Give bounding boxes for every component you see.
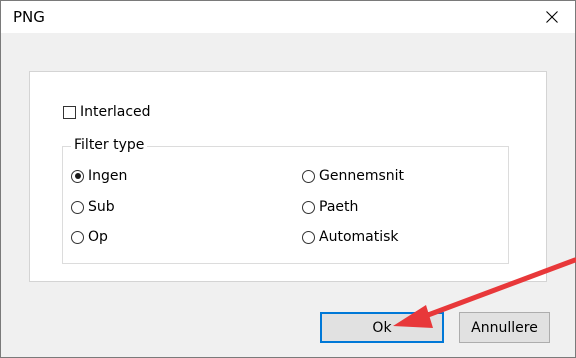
- interlaced-checkbox[interactable]: Interlaced: [63, 104, 151, 120]
- radio-op[interactable]: Op: [71, 229, 108, 245]
- close-icon: [546, 11, 558, 23]
- interlaced-label: Interlaced: [80, 104, 151, 120]
- radio-label: Ingen: [88, 168, 128, 184]
- radio-ingen[interactable]: Ingen: [71, 168, 127, 184]
- radio-circle[interactable]: [71, 230, 84, 244]
- radio-sub[interactable]: Sub: [71, 199, 115, 215]
- radio-circle[interactable]: [302, 200, 315, 214]
- cancel-button[interactable]: Annullere: [459, 312, 550, 343]
- radio-circle[interactable]: [71, 200, 84, 214]
- radio-circle[interactable]: [302, 169, 315, 183]
- radio-label: Paeth: [319, 199, 359, 215]
- radio-label: Gennemsnit: [319, 168, 405, 184]
- radio-circle[interactable]: [71, 169, 84, 183]
- checkbox-box[interactable]: [63, 105, 76, 119]
- radio-label: Automatisk: [319, 229, 399, 245]
- title-bar: PNG: [1, 1, 575, 33]
- ok-button[interactable]: Ok: [320, 312, 444, 343]
- dialog-title: PNG: [13, 8, 45, 26]
- radio-circle[interactable]: [302, 230, 315, 244]
- filter-type-legend: Filter type: [71, 137, 148, 153]
- radio-label: Op: [88, 229, 108, 245]
- close-button[interactable]: [529, 1, 575, 33]
- radio-paeth[interactable]: Paeth: [302, 199, 358, 215]
- radio-automatisk[interactable]: Automatisk: [302, 229, 399, 245]
- options-panel: Interlaced Filter type Ingen Sub Op Genn…: [29, 71, 547, 282]
- png-dialog: PNG Interlaced Filter type Ingen Sub Op …: [0, 0, 576, 358]
- radio-gennemsnit[interactable]: Gennemsnit: [302, 168, 404, 184]
- filter-type-group: Filter type Ingen Sub Op Gennemsnit Paet…: [62, 137, 509, 264]
- radio-label: Sub: [88, 199, 115, 215]
